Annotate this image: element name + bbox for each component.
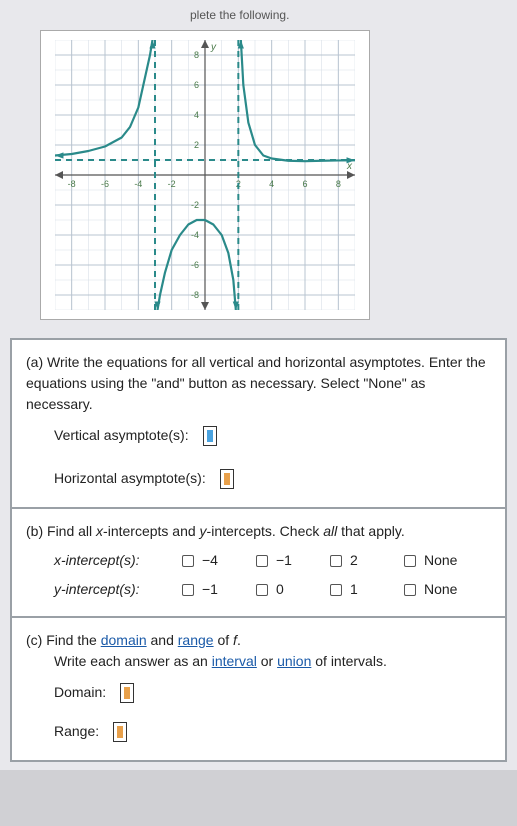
part-b-cell: (b) Find all x-intercepts and y-intercep… bbox=[11, 508, 506, 617]
svg-text:4: 4 bbox=[269, 179, 274, 189]
svg-text:-4: -4 bbox=[134, 179, 142, 189]
svg-text:-4: -4 bbox=[191, 230, 199, 240]
range-input[interactable] bbox=[113, 722, 127, 742]
range-label: Range: bbox=[54, 721, 99, 742]
vertical-asymptote-label: Vertical asymptote(s): bbox=[54, 425, 189, 446]
svg-text:2: 2 bbox=[194, 140, 199, 150]
union-link[interactable]: union bbox=[277, 653, 311, 669]
part-a-text: Write the equations for all vertical and… bbox=[26, 354, 486, 412]
y-opt-2[interactable]: 1 bbox=[330, 579, 388, 600]
domain-link[interactable]: domain bbox=[101, 632, 147, 648]
checkbox-icon bbox=[404, 555, 416, 567]
part-c-pre: Find the bbox=[46, 632, 100, 648]
svg-text:-2: -2 bbox=[168, 179, 176, 189]
svg-text:4: 4 bbox=[194, 110, 199, 120]
x-opt-3[interactable]: None bbox=[404, 550, 462, 571]
part-b-y: y bbox=[200, 523, 207, 539]
x-opt-2-label: 2 bbox=[350, 550, 358, 571]
checkbox-icon bbox=[330, 584, 342, 596]
svg-text:-8: -8 bbox=[68, 179, 76, 189]
function-graph: -8-6-4-22468-8-6-4-22468xy bbox=[55, 40, 355, 310]
svg-text:8: 8 bbox=[194, 50, 199, 60]
part-c-line2-pre: Write each answer as an bbox=[54, 653, 212, 669]
y-opt-0[interactable]: −1 bbox=[182, 579, 240, 600]
checkbox-icon bbox=[256, 584, 268, 596]
domain-label: Domain: bbox=[54, 682, 106, 703]
checkbox-icon bbox=[404, 584, 416, 596]
part-c-line2-end: of intervals. bbox=[311, 653, 386, 669]
part-c-period: . bbox=[237, 632, 241, 648]
y-opt-1-label: 0 bbox=[276, 579, 284, 600]
svg-text:8: 8 bbox=[336, 179, 341, 189]
part-b-mid: -intercepts and bbox=[103, 523, 200, 539]
part-a-cell: (a) Write the equations for all vertical… bbox=[11, 339, 506, 508]
part-b-x: x bbox=[96, 523, 103, 539]
range-link[interactable]: range bbox=[178, 632, 214, 648]
header-fragment: plete the following. bbox=[10, 8, 507, 26]
horizontal-asymptote-label: Horizontal asymptote(s): bbox=[54, 468, 206, 489]
y-opt-0-label: −1 bbox=[202, 579, 218, 600]
x-opt-2[interactable]: 2 bbox=[330, 550, 388, 571]
vertical-asymptote-input[interactable] bbox=[203, 426, 217, 446]
part-b-text-pre: Find all bbox=[47, 523, 96, 539]
svg-text:-8: -8 bbox=[191, 290, 199, 300]
part-c-or: or bbox=[257, 653, 277, 669]
part-c-of: of bbox=[214, 632, 233, 648]
part-b-all: all bbox=[323, 523, 337, 539]
x-opt-0[interactable]: −4 bbox=[182, 550, 240, 571]
interval-link[interactable]: interval bbox=[212, 653, 257, 669]
checkbox-icon bbox=[182, 555, 194, 567]
part-a-label: (a) bbox=[26, 354, 43, 370]
svg-text:-6: -6 bbox=[101, 179, 109, 189]
y-intercept-label: y-intercept(s): bbox=[54, 581, 140, 597]
part-b-label: (b) bbox=[26, 523, 43, 539]
x-opt-1-label: −1 bbox=[276, 550, 292, 571]
svg-text:6: 6 bbox=[302, 179, 307, 189]
x-opt-1[interactable]: −1 bbox=[256, 550, 314, 571]
checkbox-icon bbox=[330, 555, 342, 567]
y-opt-2-label: 1 bbox=[350, 579, 358, 600]
part-c-and: and bbox=[147, 632, 178, 648]
domain-input[interactable] bbox=[120, 683, 134, 703]
part-c-label: (c) bbox=[26, 632, 42, 648]
x-opt-0-label: −4 bbox=[202, 550, 218, 571]
question-table: (a) Write the equations for all vertical… bbox=[10, 338, 507, 762]
x-opt-3-label: None bbox=[424, 550, 457, 571]
checkbox-icon bbox=[256, 555, 268, 567]
graph-container: -8-6-4-22468-8-6-4-22468xy bbox=[40, 30, 370, 320]
part-b-end: that apply. bbox=[337, 523, 404, 539]
x-intercept-label: x-intercept(s): bbox=[54, 552, 140, 568]
svg-text:6: 6 bbox=[194, 80, 199, 90]
checkbox-icon bbox=[182, 584, 194, 596]
part-b-post: -intercepts. Check bbox=[207, 523, 324, 539]
horizontal-asymptote-input[interactable] bbox=[220, 469, 234, 489]
svg-text:y: y bbox=[210, 42, 217, 53]
svg-text:-6: -6 bbox=[191, 260, 199, 270]
y-opt-3-label: None bbox=[424, 579, 457, 600]
part-c-cell: (c) Find the domain and range of f. Writ… bbox=[11, 617, 506, 761]
y-opt-3[interactable]: None bbox=[404, 579, 462, 600]
svg-text:-2: -2 bbox=[191, 200, 199, 210]
y-opt-1[interactable]: 0 bbox=[256, 579, 314, 600]
